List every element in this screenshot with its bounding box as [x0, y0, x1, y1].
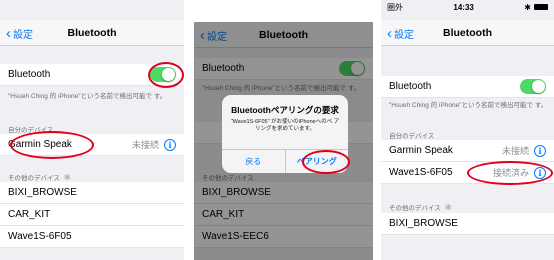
back-label: 設定 [394, 29, 414, 41]
highlight-ring [148, 62, 184, 88]
device-name: Wave1S-6F05 [8, 231, 72, 242]
alert-title: Bluetoothペアリングの要求 [231, 105, 339, 115]
device-row-garmin-speak[interactable]: Garmin Speak 未接続 i [381, 140, 554, 162]
alert-message: "Wave1S-6F05" がお使いのiPhoneへのペ アリングを求めています… [230, 119, 340, 132]
toggle-knob [532, 80, 545, 93]
navigation-bar: ‹ 設定 Bluetooth [0, 20, 184, 46]
carrier-label: 圏外 [387, 2, 403, 12]
device-name: BIXI_BROWSE [389, 218, 458, 229]
screenshot-bluetooth-settings: ‹ 設定 Bluetooth Bluetooth "Hsueh Ching 的 … [0, 0, 184, 260]
battery-icon: ✱ [524, 3, 548, 12]
other-device-row[interactable]: BIXI_BROWSE [381, 213, 554, 235]
info-icon[interactable]: i [534, 144, 546, 157]
device-name: CAR_KIT [8, 209, 51, 220]
status-time: 14:33 [453, 2, 474, 12]
back-button[interactable]: ‹ 設定 [6, 20, 33, 46]
status-bar: 圏外 14:33 ✱ [381, 0, 554, 14]
device-status: 未接続 [501, 146, 529, 156]
discoverable-description: "Hsueh Ching 的 iPhone"という名前で検出可能で す。 [389, 102, 548, 109]
other-device-row[interactable]: Wave1S-6F05 [0, 226, 184, 248]
highlight-ring [10, 131, 94, 159]
screenshot-connected: 圏外 14:33 ✱ ‹ 設定 Bluetooth Bluetooth "Hsu… [381, 0, 554, 260]
other-device-row[interactable]: BIXI_BROWSE [0, 182, 184, 204]
bluetooth-label: Bluetooth [389, 81, 432, 92]
navigation-bar: ‹ 設定 Bluetooth [381, 20, 554, 46]
my-devices-header: 自分のデバイス [389, 133, 435, 140]
chevron-left-icon: ‹ [6, 24, 11, 42]
loading-spinner-icon: ✻ [444, 203, 452, 212]
back-label: 設定 [13, 29, 33, 41]
other-device-row[interactable]: CAR_KIT [0, 204, 184, 226]
highlight-ring [467, 161, 553, 185]
other-devices-header: その他のデバイス ✻ [389, 202, 452, 212]
info-icon[interactable]: i [164, 138, 176, 151]
other-devices-label: その他のデバイス [8, 175, 60, 182]
back-button[interactable]: ‹ 設定 [387, 20, 414, 46]
bluetooth-row: Bluetooth [381, 76, 554, 98]
chevron-left-icon: ‹ [387, 24, 392, 42]
discoverable-description: "Hsueh Ching 的 iPhone"という名前で検出可能で す。 [8, 93, 167, 100]
device-name: BIXI_BROWSE [8, 187, 77, 198]
other-devices-header: その他のデバイス ✻ [8, 172, 71, 182]
cancel-button[interactable]: 戻る [222, 150, 285, 173]
screenshot-pairing-request: ‹ 設定 Bluetooth Bluetooth "Hsueh Ching 的 … [194, 22, 373, 260]
loading-spinner-icon: ✻ [63, 173, 71, 182]
bluetooth-toggle[interactable] [520, 79, 546, 94]
highlight-ring [302, 150, 350, 174]
device-status: 未接続 [131, 140, 159, 150]
other-devices-label: その他のデバイス [389, 205, 441, 212]
bluetooth-label: Bluetooth [8, 69, 51, 80]
device-name: Garmin Speak [389, 145, 453, 156]
